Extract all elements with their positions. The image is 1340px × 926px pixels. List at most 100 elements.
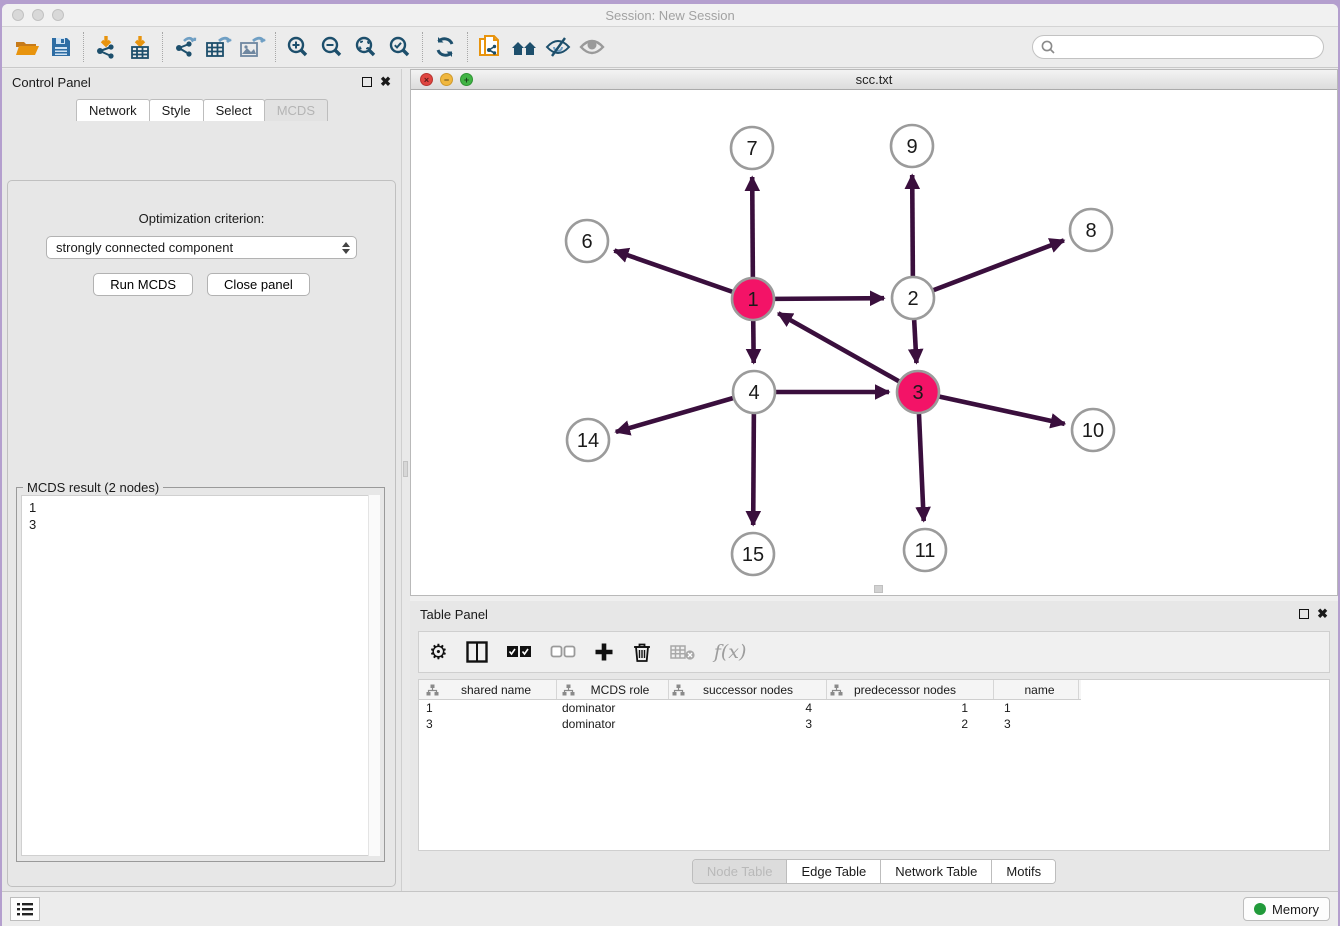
tab-style[interactable]: Style (149, 99, 204, 121)
network-window-titlebar[interactable]: × − + scc.txt (411, 70, 1337, 90)
import-table-icon[interactable] (123, 31, 157, 63)
app-window: Session: New Session (2, 4, 1338, 926)
memory-button[interactable]: Memory (1243, 897, 1330, 921)
column-header-name[interactable]: name (994, 680, 1079, 699)
sitemap-icon (830, 684, 843, 696)
search-input[interactable] (1062, 40, 1315, 54)
table-panel-title: Table Panel (420, 607, 488, 622)
result-scrollbar[interactable] (368, 495, 380, 856)
gear-icon[interactable]: ⚙ (429, 638, 448, 666)
tab-select[interactable]: Select (203, 99, 265, 121)
optimization-criterion-label: Optimization criterion: (8, 211, 395, 226)
export-network-icon[interactable] (168, 31, 202, 63)
mcds-result-group: MCDS result (2 nodes) 1 3 (16, 487, 385, 862)
control-panel-tabs: Network Style Select MCDS (2, 99, 401, 121)
column-header-predecessor-nodes[interactable]: predecessor nodes (827, 680, 994, 699)
network-canvas[interactable]: 7 9 6 8 1 2 4 3 14 10 15 11 (411, 90, 1337, 595)
mcds-panel: Optimization criterion: strongly connect… (7, 180, 396, 887)
status-bar: Memory (2, 891, 1338, 926)
optimization-criterion-select[interactable]: strongly connected component (46, 236, 357, 259)
tab-node-table[interactable]: Node Table (693, 860, 788, 883)
network-graph: 7 9 6 8 1 2 4 3 14 10 15 11 (411, 90, 1337, 592)
search-icon (1041, 40, 1056, 55)
close-panel-icon[interactable]: ✖ (380, 77, 391, 87)
float-panel-icon[interactable] (362, 77, 372, 87)
mcds-result-title: MCDS result (2 nodes) (23, 480, 163, 495)
close-table-panel-icon[interactable]: ✖ (1317, 609, 1328, 619)
open-session-icon[interactable] (10, 31, 44, 63)
network-window: × − + scc.txt 7 9 6 8 1 2 4 3 14 10 15 (410, 69, 1338, 596)
network-minimize-button[interactable]: − (440, 73, 453, 86)
delete-column-icon[interactable] (632, 638, 652, 666)
deselect-all-icon[interactable] (550, 638, 576, 666)
save-session-icon[interactable] (44, 31, 78, 63)
memory-status-dot (1254, 903, 1266, 915)
table-row[interactable]: 3 dominator 3 2 3 (419, 716, 1081, 732)
table-header-row: shared name MCDS role successor nodes (419, 680, 1081, 700)
svg-text:7: 7 (746, 138, 757, 160)
mcds-result-text[interactable]: 1 3 (21, 495, 380, 856)
hide-selected-icon[interactable] (541, 31, 575, 63)
show-all-icon[interactable] (575, 31, 609, 63)
table-panel: Table Panel ✖ ⚙ (410, 601, 1338, 891)
zoom-fit-icon[interactable] (349, 31, 383, 63)
chevron-updown-icon (342, 242, 350, 254)
svg-text:1: 1 (747, 289, 758, 311)
column-header-mcds-role[interactable]: MCDS role (557, 680, 669, 699)
control-panel: Control Panel ✖ Network Style Select MCD… (2, 69, 402, 891)
panel-divider[interactable] (402, 69, 410, 891)
network-maximize-button[interactable]: + (460, 73, 473, 86)
close-panel-button[interactable]: Close panel (207, 273, 310, 296)
svg-text:8: 8 (1085, 220, 1096, 242)
network-window-title: scc.txt (411, 72, 1337, 87)
sitemap-icon (426, 684, 439, 696)
svg-text:6: 6 (581, 231, 592, 253)
tab-edge-table[interactable]: Edge Table (787, 860, 881, 883)
svg-text:15: 15 (742, 544, 764, 566)
svg-text:11: 11 (915, 540, 936, 562)
window-title: Session: New Session (2, 8, 1338, 23)
node-table: shared name MCDS role successor nodes (418, 679, 1330, 851)
control-panel-title: Control Panel (12, 75, 91, 90)
network-close-button[interactable]: × (420, 73, 433, 86)
tab-network-table[interactable]: Network Table (881, 860, 992, 883)
float-table-panel-icon[interactable] (1299, 609, 1309, 619)
add-column-icon[interactable] (594, 638, 614, 666)
export-table-icon[interactable] (202, 31, 236, 63)
select-all-icon[interactable] (506, 638, 532, 666)
function-builder-icon: f(x) (714, 638, 747, 666)
sitemap-icon (672, 684, 685, 696)
show-panels-button[interactable] (10, 897, 40, 921)
copy-network-icon[interactable] (473, 31, 507, 63)
tab-motifs[interactable]: Motifs (992, 860, 1055, 883)
sitemap-icon (562, 684, 575, 696)
zoom-in-icon[interactable] (281, 31, 315, 63)
svg-text:3: 3 (912, 382, 923, 404)
svg-text:2: 2 (907, 288, 918, 310)
column-header-successor-nodes[interactable]: successor nodes (669, 680, 827, 699)
refresh-layout-icon[interactable] (428, 31, 462, 63)
search-box[interactable] (1032, 35, 1324, 59)
column-header-shared-name[interactable]: shared name (419, 680, 557, 699)
delete-table-icon (670, 638, 696, 666)
table-row[interactable]: 1 dominator 4 1 1 (419, 700, 1081, 716)
svg-text:14: 14 (577, 430, 599, 452)
zoom-out-icon[interactable] (315, 31, 349, 63)
zoom-selected-icon[interactable] (383, 31, 417, 63)
run-mcds-button[interactable]: Run MCDS (93, 273, 193, 296)
first-neighbors-icon[interactable] (507, 31, 541, 63)
svg-text:9: 9 (906, 136, 917, 158)
tab-network[interactable]: Network (76, 99, 150, 121)
list-icon (17, 903, 33, 916)
column-layout-icon[interactable] (466, 638, 488, 666)
titlebar: Session: New Session (2, 4, 1338, 26)
svg-text:10: 10 (1082, 420, 1104, 442)
tab-mcds[interactable]: MCDS (264, 99, 328, 121)
table-tabs: Node Table Edge Table Network Table Moti… (692, 859, 1056, 884)
svg-text:4: 4 (748, 382, 759, 404)
export-image-icon[interactable] (236, 31, 270, 63)
table-toolbar: ⚙ (418, 631, 1330, 673)
network-resize-grip[interactable] (874, 585, 883, 593)
import-network-icon[interactable] (89, 31, 123, 63)
main-toolbar (2, 26, 1338, 68)
